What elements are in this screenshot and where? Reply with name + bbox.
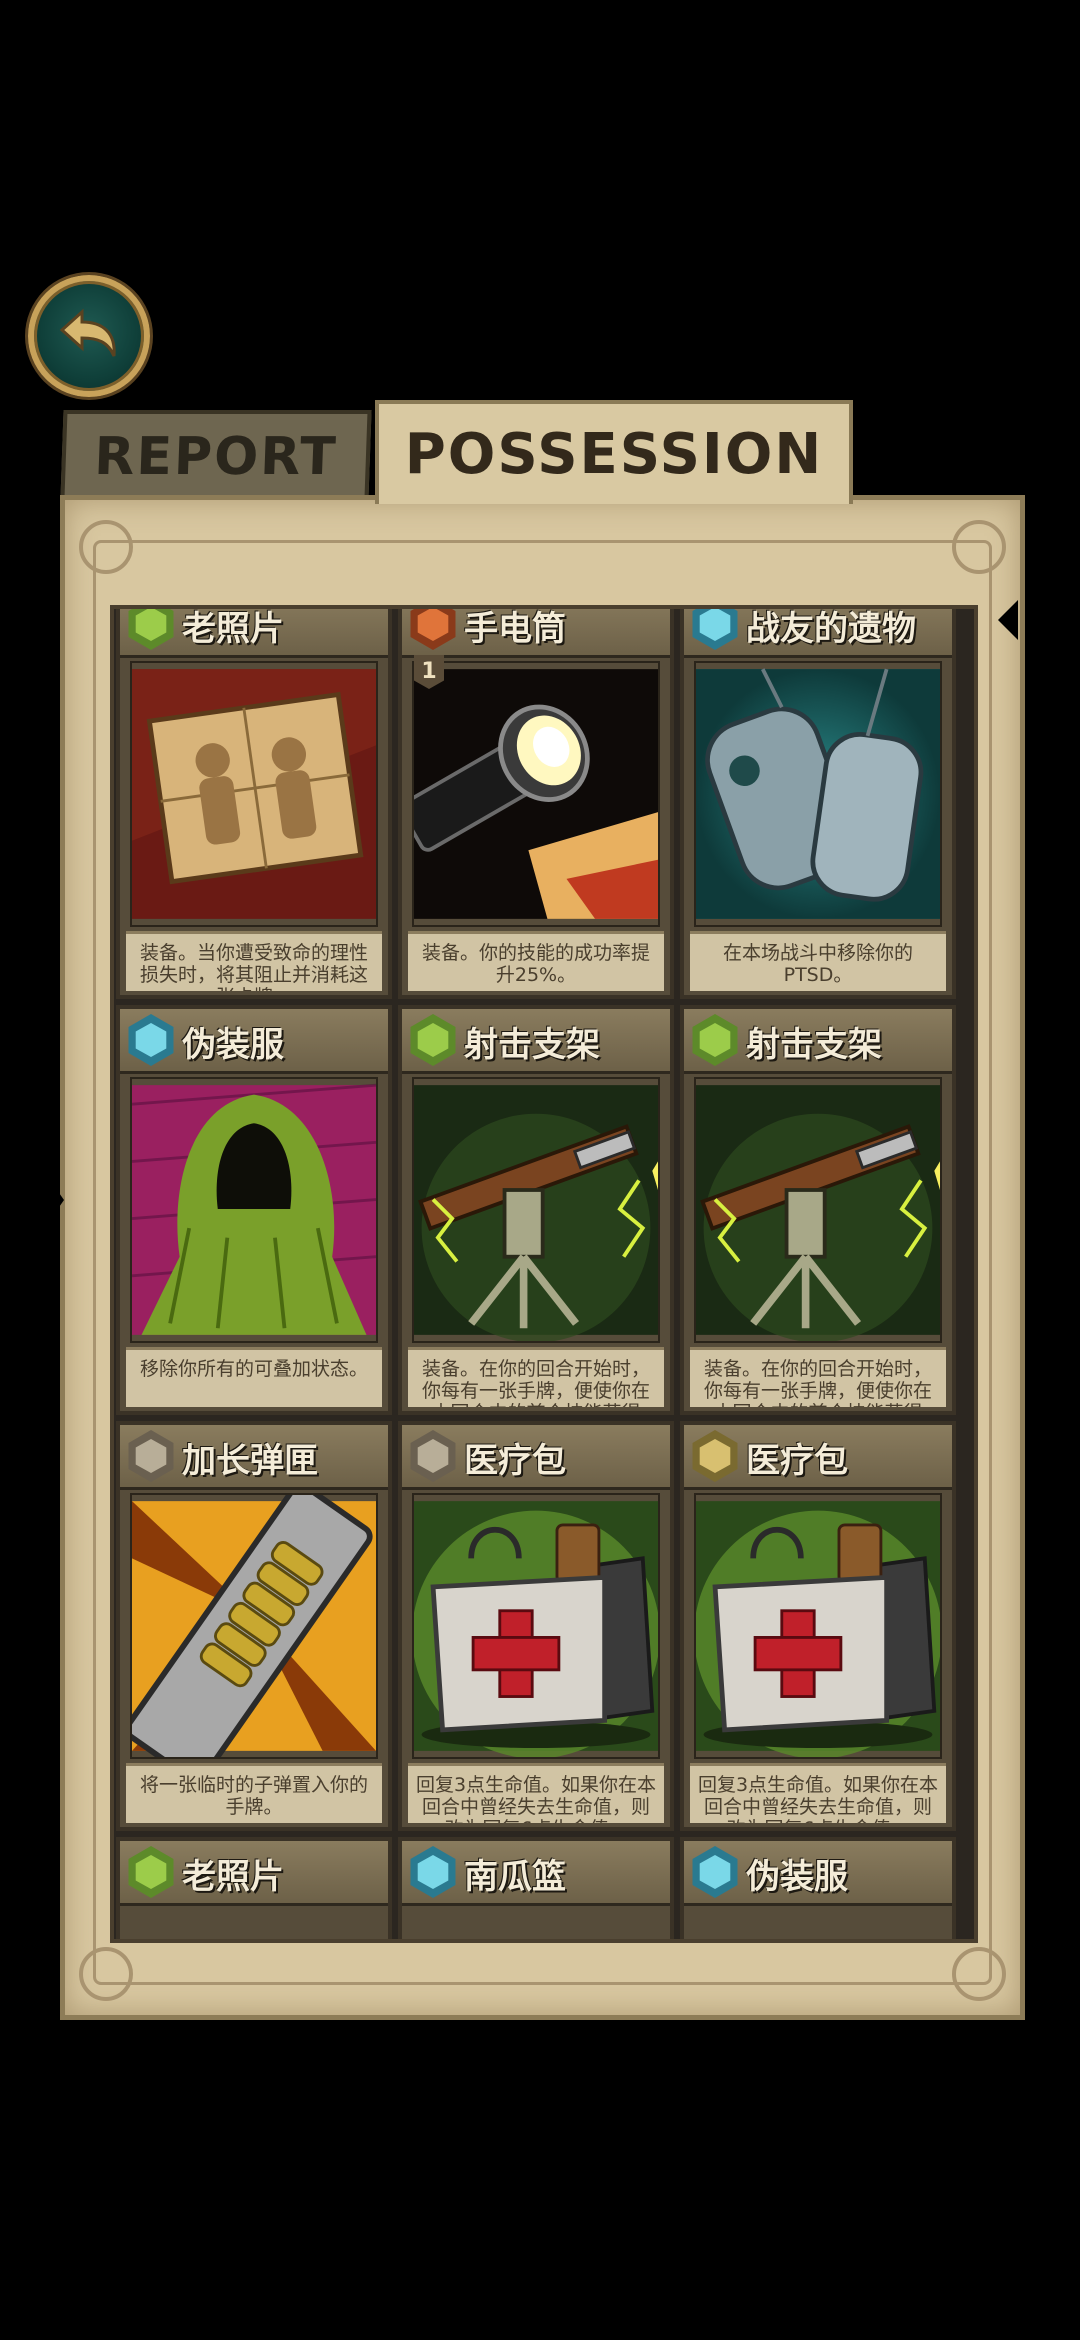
card-name: 伪装服 [746, 1857, 848, 1897]
card-header: 伪装服 [684, 1841, 952, 1906]
card-header: 医疗包 [402, 1425, 670, 1490]
card-description: 回复3点生命值。如果你在本回合中曾经失去生命值，则改为回复6点生命值。 [408, 1763, 664, 1823]
gem-facet [135, 1439, 167, 1473]
corner-ornament-icon [79, 520, 133, 574]
card-header: 射击支架 [402, 1009, 670, 1074]
card-type-gem-icon [692, 1430, 738, 1482]
card-type-gem-icon [410, 1846, 456, 1898]
card-header: 手电筒 [402, 609, 670, 658]
inventory-card[interactable]: 南瓜篮 [398, 1837, 674, 1939]
card-name: 射击支架 [464, 1025, 600, 1065]
card-type-gem-icon [692, 1014, 738, 1066]
gem-facet [135, 1023, 167, 1057]
tab-possession-label: POSSESSION [404, 421, 824, 487]
inventory-card[interactable]: 伪装服 [680, 1837, 956, 1939]
inventory-card[interactable]: 老照片装备。当你遭受致命的理性损失时，将其阻止并消耗这张卡牌。 [116, 609, 392, 999]
card-header: 加长弹匣 [120, 1425, 388, 1490]
card-description: 移除你所有的可叠加状态。 [126, 1347, 382, 1407]
gem-facet [699, 1439, 731, 1473]
card-name: 南瓜篮 [464, 1857, 566, 1897]
card-type-gem-icon [128, 609, 174, 650]
card-art-ghillie-icon [130, 1077, 378, 1343]
card-name: 医疗包 [746, 1441, 848, 1481]
inventory-card[interactable]: 医疗包回复3点生命值。如果你在本回合中曾经失去生命值，则改为回复6点生命值。 [680, 1421, 956, 1831]
card-art-photo-icon [130, 661, 378, 927]
card-name: 伪装服 [182, 1025, 284, 1065]
card-art-mount-icon [694, 1077, 942, 1343]
card-type-gem-icon [692, 1846, 738, 1898]
corner-ornament-icon [952, 1947, 1006, 2001]
inventory-card[interactable]: 手电筒 1 装备。你的技能的成功率提升25%。 [398, 609, 674, 999]
card-type-gem-icon [128, 1430, 174, 1482]
card-type-gem-icon [410, 609, 456, 650]
card-header: 南瓜篮 [402, 1841, 670, 1906]
card-art-dogtags-icon [694, 661, 942, 927]
tab-report-label: REPORT [93, 426, 339, 487]
card-type-gem-icon [410, 1014, 456, 1066]
card-art-magazine-icon [130, 1493, 378, 1759]
gem-facet [417, 1855, 449, 1889]
card-header: 战友的遗物 [684, 609, 952, 658]
card-art-medkit-icon [694, 1493, 942, 1759]
corner-ornament-icon [952, 520, 1006, 574]
gem-facet [699, 1855, 731, 1889]
card-type-gem-icon [128, 1014, 174, 1066]
gem-facet [417, 1023, 449, 1057]
inventory-card[interactable]: 加长弹匣将一张临时的子弹置入你的手牌。 [116, 1421, 392, 1831]
card-description: 回复3点生命值。如果你在本回合中曾经失去生命值，则改为回复6点生命值。 [690, 1763, 946, 1823]
card-type-gem-icon [410, 1430, 456, 1482]
card-name: 射击支架 [746, 1025, 882, 1065]
card-art-medkit-icon [412, 1493, 660, 1759]
card-header: 老照片 [120, 1841, 388, 1906]
card-description: 将一张临时的子弹置入你的手牌。 [126, 1763, 382, 1823]
gem-facet [135, 609, 167, 641]
gem-facet [135, 1855, 167, 1889]
gem-facet [699, 1023, 731, 1057]
tab-possession[interactable]: POSSESSION [375, 400, 853, 504]
card-header: 医疗包 [684, 1425, 952, 1490]
card-description: 在本场战斗中移除你的PTSD。 [690, 931, 946, 991]
card-description: 装备。在你的回合开始时，你每有一张手牌，便使你在本回合中的首个技能获得 [408, 1347, 664, 1407]
card-name: 医疗包 [464, 1441, 566, 1481]
card-grid[interactable]: 老照片装备。当你遭受致命的理性损失时，将其阻止并消耗这张卡牌。手电筒1装备。你的… [110, 605, 978, 1943]
card-name: 战友的遗物 [746, 609, 916, 649]
gem-facet [417, 609, 449, 641]
card-name: 老照片 [182, 1857, 284, 1897]
card-type-gem-icon [692, 609, 738, 650]
card-name: 老照片 [182, 609, 284, 649]
card-description: 装备。在你的回合开始时，你每有一张手牌，便使你在本回合中的首个技能获得 [690, 1347, 946, 1407]
inventory-card[interactable]: 射击支架装备。在你的回合开始时，你每有一张手牌，便使你在本回合中的首个技能获得 [398, 1005, 674, 1415]
possession-screen: REPORT POSSESSION 老照片装备。当你遭受致命的理性损失时，将其阻… [0, 0, 1080, 2340]
card-type-gem-icon [128, 1846, 174, 1898]
back-button[interactable] [28, 275, 150, 397]
inventory-card[interactable]: 老照片 [116, 1837, 392, 1939]
tab-report[interactable]: REPORT [60, 410, 372, 499]
card-art-mount-icon [412, 1077, 660, 1343]
card-name: 手电筒 [464, 609, 566, 649]
card-description: 装备。当你遭受致命的理性损失时，将其阻止并消耗这张卡牌。 [126, 931, 382, 991]
card-art-flashlight-icon [412, 661, 660, 927]
card-description: 装备。你的技能的成功率提升25%。 [408, 931, 664, 991]
card-name: 加长弹匣 [182, 1441, 318, 1481]
inventory-card[interactable]: 战友的遗物在本场战斗中移除你的PTSD。 [680, 609, 956, 999]
back-arrow-icon [59, 308, 116, 357]
inventory-card[interactable]: 伪装服移除你所有的可叠加状态。 [116, 1005, 392, 1415]
card-header: 射击支架 [684, 1009, 952, 1074]
card-header: 伪装服 [120, 1009, 388, 1074]
gem-facet [417, 1439, 449, 1473]
inventory-card[interactable]: 射击支架装备。在你的回合开始时，你每有一张手牌，便使你在本回合中的首个技能获得 [680, 1005, 956, 1415]
inventory-card[interactable]: 医疗包回复3点生命值。如果你在本回合中曾经失去生命值，则改为回复6点生命值。 [398, 1421, 674, 1831]
corner-ornament-icon [79, 1947, 133, 2001]
card-header: 老照片 [120, 609, 388, 658]
gem-facet [699, 609, 731, 641]
